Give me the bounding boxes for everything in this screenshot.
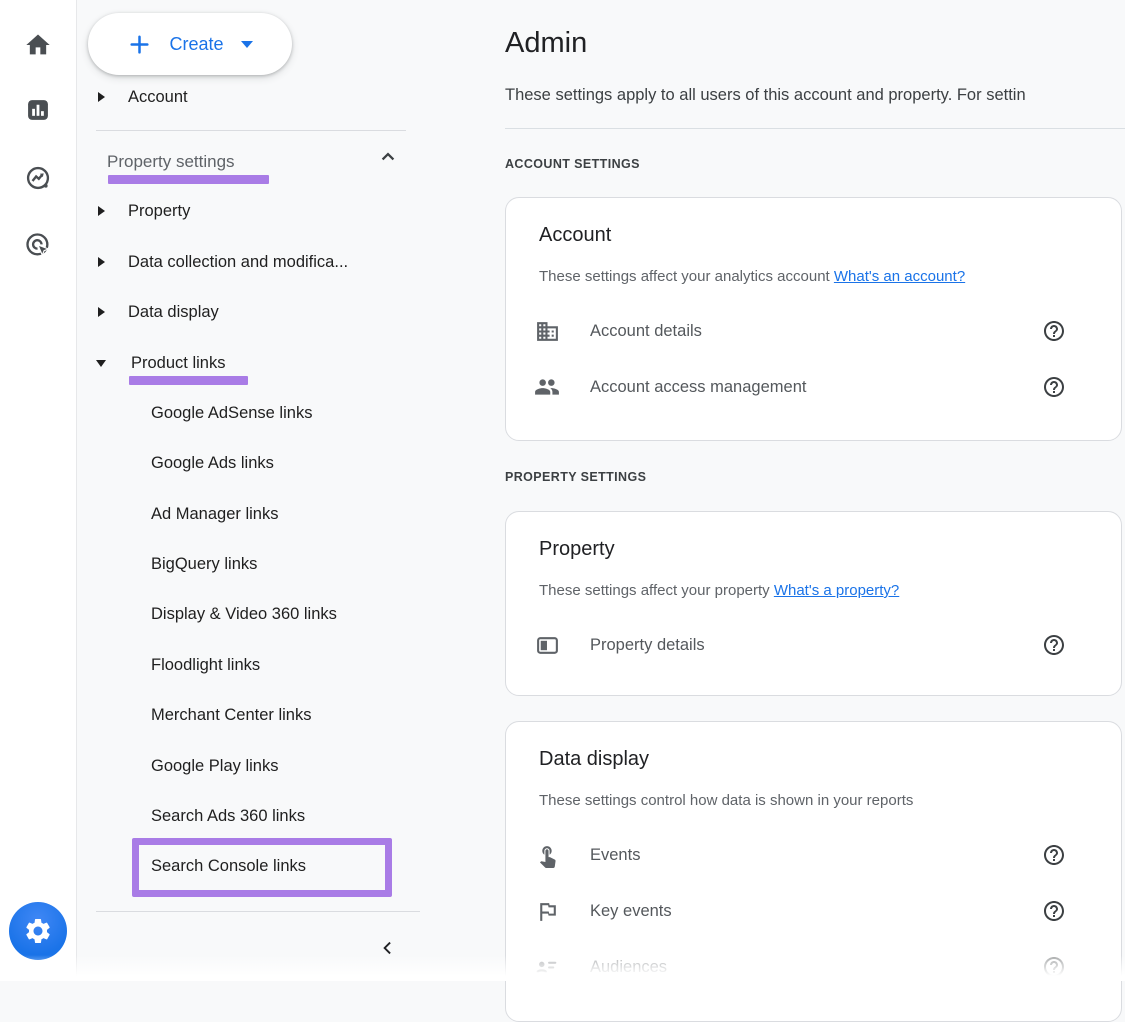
account-access-management-row[interactable]: Account access management [506,359,1121,415]
sidebar-item-label: Ad Manager links [151,505,278,524]
sidebar-item-label: Data collection and modifica... [128,253,348,272]
sidebar-item-label: Google AdSense links [151,404,312,423]
sidebar-item-label: Google Play links [151,757,278,776]
admin-sidebar: Create Account Property settings Propert… [76,0,490,981]
whats-a-property-link[interactable]: What's a property? [774,582,899,599]
help-icon[interactable] [1042,955,1066,979]
chevron-down-icon [241,41,253,48]
card-title: Data display [539,748,1121,771]
create-button-label: Create [169,34,223,55]
sidebar-item-label: Display & Video 360 links [151,605,337,624]
admin-gear-icon[interactable] [9,902,67,960]
account-card: Account These settings affect your analy… [505,197,1122,441]
annotation-box-search-console-links [132,838,392,897]
header-divider [505,128,1125,129]
card-title: Property [539,538,1121,561]
data-display-card: Data display These settings control how … [505,721,1122,1022]
sidebar-item-display-video-360-links[interactable]: Display & Video 360 links [76,603,490,625]
sidebar-item-label: Data display [128,303,219,322]
sidebar-divider [96,911,420,912]
chevron-up-icon[interactable] [379,148,397,171]
sidebar-item-label: Property [128,202,190,221]
sidebar-item-property[interactable]: Property [76,200,490,222]
account-details-row[interactable]: Account details [506,303,1121,359]
sidebar-item-product-links[interactable]: Product links [76,352,490,374]
card-description: These settings control how data is shown… [539,792,1121,809]
whats-an-account-link[interactable]: What's an account? [834,268,965,285]
sidebar-divider [96,130,406,131]
key-events-row[interactable]: Key events [506,883,1121,939]
collapse-triangle-icon [96,360,106,367]
sidebar-item-label: BigQuery links [151,555,257,574]
audience-icon [534,954,560,980]
help-icon[interactable] [1042,633,1066,657]
people-icon [534,374,560,400]
sidebar-item-data-collection[interactable]: Data collection and modifica... [76,251,490,273]
touch-icon [534,842,560,868]
row-label: Audiences [590,958,667,977]
card-description-text: These settings control how data is shown… [539,792,913,809]
sidebar-section-property-settings[interactable]: Property settings [76,151,490,173]
sidebar-item-google-play-links[interactable]: Google Play links [76,755,490,777]
expand-triangle-icon [98,206,105,216]
card-description-text: These settings affect your analytics acc… [539,268,834,285]
advertising-icon[interactable] [23,230,53,260]
sidebar-item-label: Product links [131,354,225,373]
help-icon[interactable] [1042,843,1066,867]
home-icon[interactable] [23,30,53,60]
row-label: Account access management [590,378,806,397]
create-button[interactable]: Create [88,13,292,75]
card-description: These settings affect your property What… [539,582,1121,599]
collapse-sidebar-icon[interactable] [376,936,400,960]
page-subtitle: These settings apply to all users of thi… [505,86,1026,105]
page-title: Admin [505,27,587,60]
explore-icon[interactable] [23,163,53,193]
sidebar-item-google-adsense-links[interactable]: Google AdSense links [76,402,490,424]
card-description-text: These settings affect your property [539,582,774,599]
section-label-property-settings: PROPERTY SETTINGS [505,470,646,484]
sidebar-item-search-ads-360-links[interactable]: Search Ads 360 links [76,805,490,827]
expand-triangle-icon [98,92,105,102]
flag-icon [534,898,560,924]
help-icon[interactable] [1042,899,1066,923]
left-icon-rail [0,0,77,981]
property-details-row[interactable]: Property details [506,617,1121,673]
sidebar-item-google-ads-links[interactable]: Google Ads links [76,452,490,474]
property-card: Property These settings affect your prop… [505,511,1122,696]
help-icon[interactable] [1042,319,1066,343]
section-header-label: Property settings [107,152,235,172]
sidebar-item-account[interactable]: Account [76,86,490,108]
sidebar-item-label: Search Ads 360 links [151,807,305,826]
sidebar-item-bigquery-links[interactable]: BigQuery links [76,553,490,575]
sidebar-item-floodlight-links[interactable]: Floodlight links [76,654,490,676]
card-description: These settings affect your analytics acc… [539,268,1121,285]
section-label-account-settings: ACCOUNT SETTINGS [505,157,640,171]
help-icon[interactable] [1042,375,1066,399]
plus-icon [127,32,152,57]
expand-triangle-icon [98,257,105,267]
layout-icon [534,632,560,658]
sidebar-item-data-display[interactable]: Data display [76,301,490,323]
reports-icon[interactable] [23,95,53,125]
row-label: Account details [590,322,702,341]
annotation-underline-product-links [129,376,248,385]
row-label: Key events [590,902,672,921]
audiences-row[interactable]: Audiences [506,939,1121,995]
building-icon [534,318,560,344]
expand-triangle-icon [98,307,105,317]
events-row[interactable]: Events [506,827,1121,883]
sidebar-item-label: Merchant Center links [151,706,311,725]
sidebar-item-label: Floodlight links [151,656,260,675]
row-label: Events [590,846,640,865]
sidebar-item-ad-manager-links[interactable]: Ad Manager links [76,503,490,525]
sidebar-item-label: Account [128,88,188,107]
annotation-underline-property-settings [108,175,269,184]
sidebar-item-merchant-center-links[interactable]: Merchant Center links [76,704,490,726]
sidebar-item-label: Google Ads links [151,454,274,473]
row-label: Property details [590,636,705,655]
card-title: Account [539,224,1121,247]
